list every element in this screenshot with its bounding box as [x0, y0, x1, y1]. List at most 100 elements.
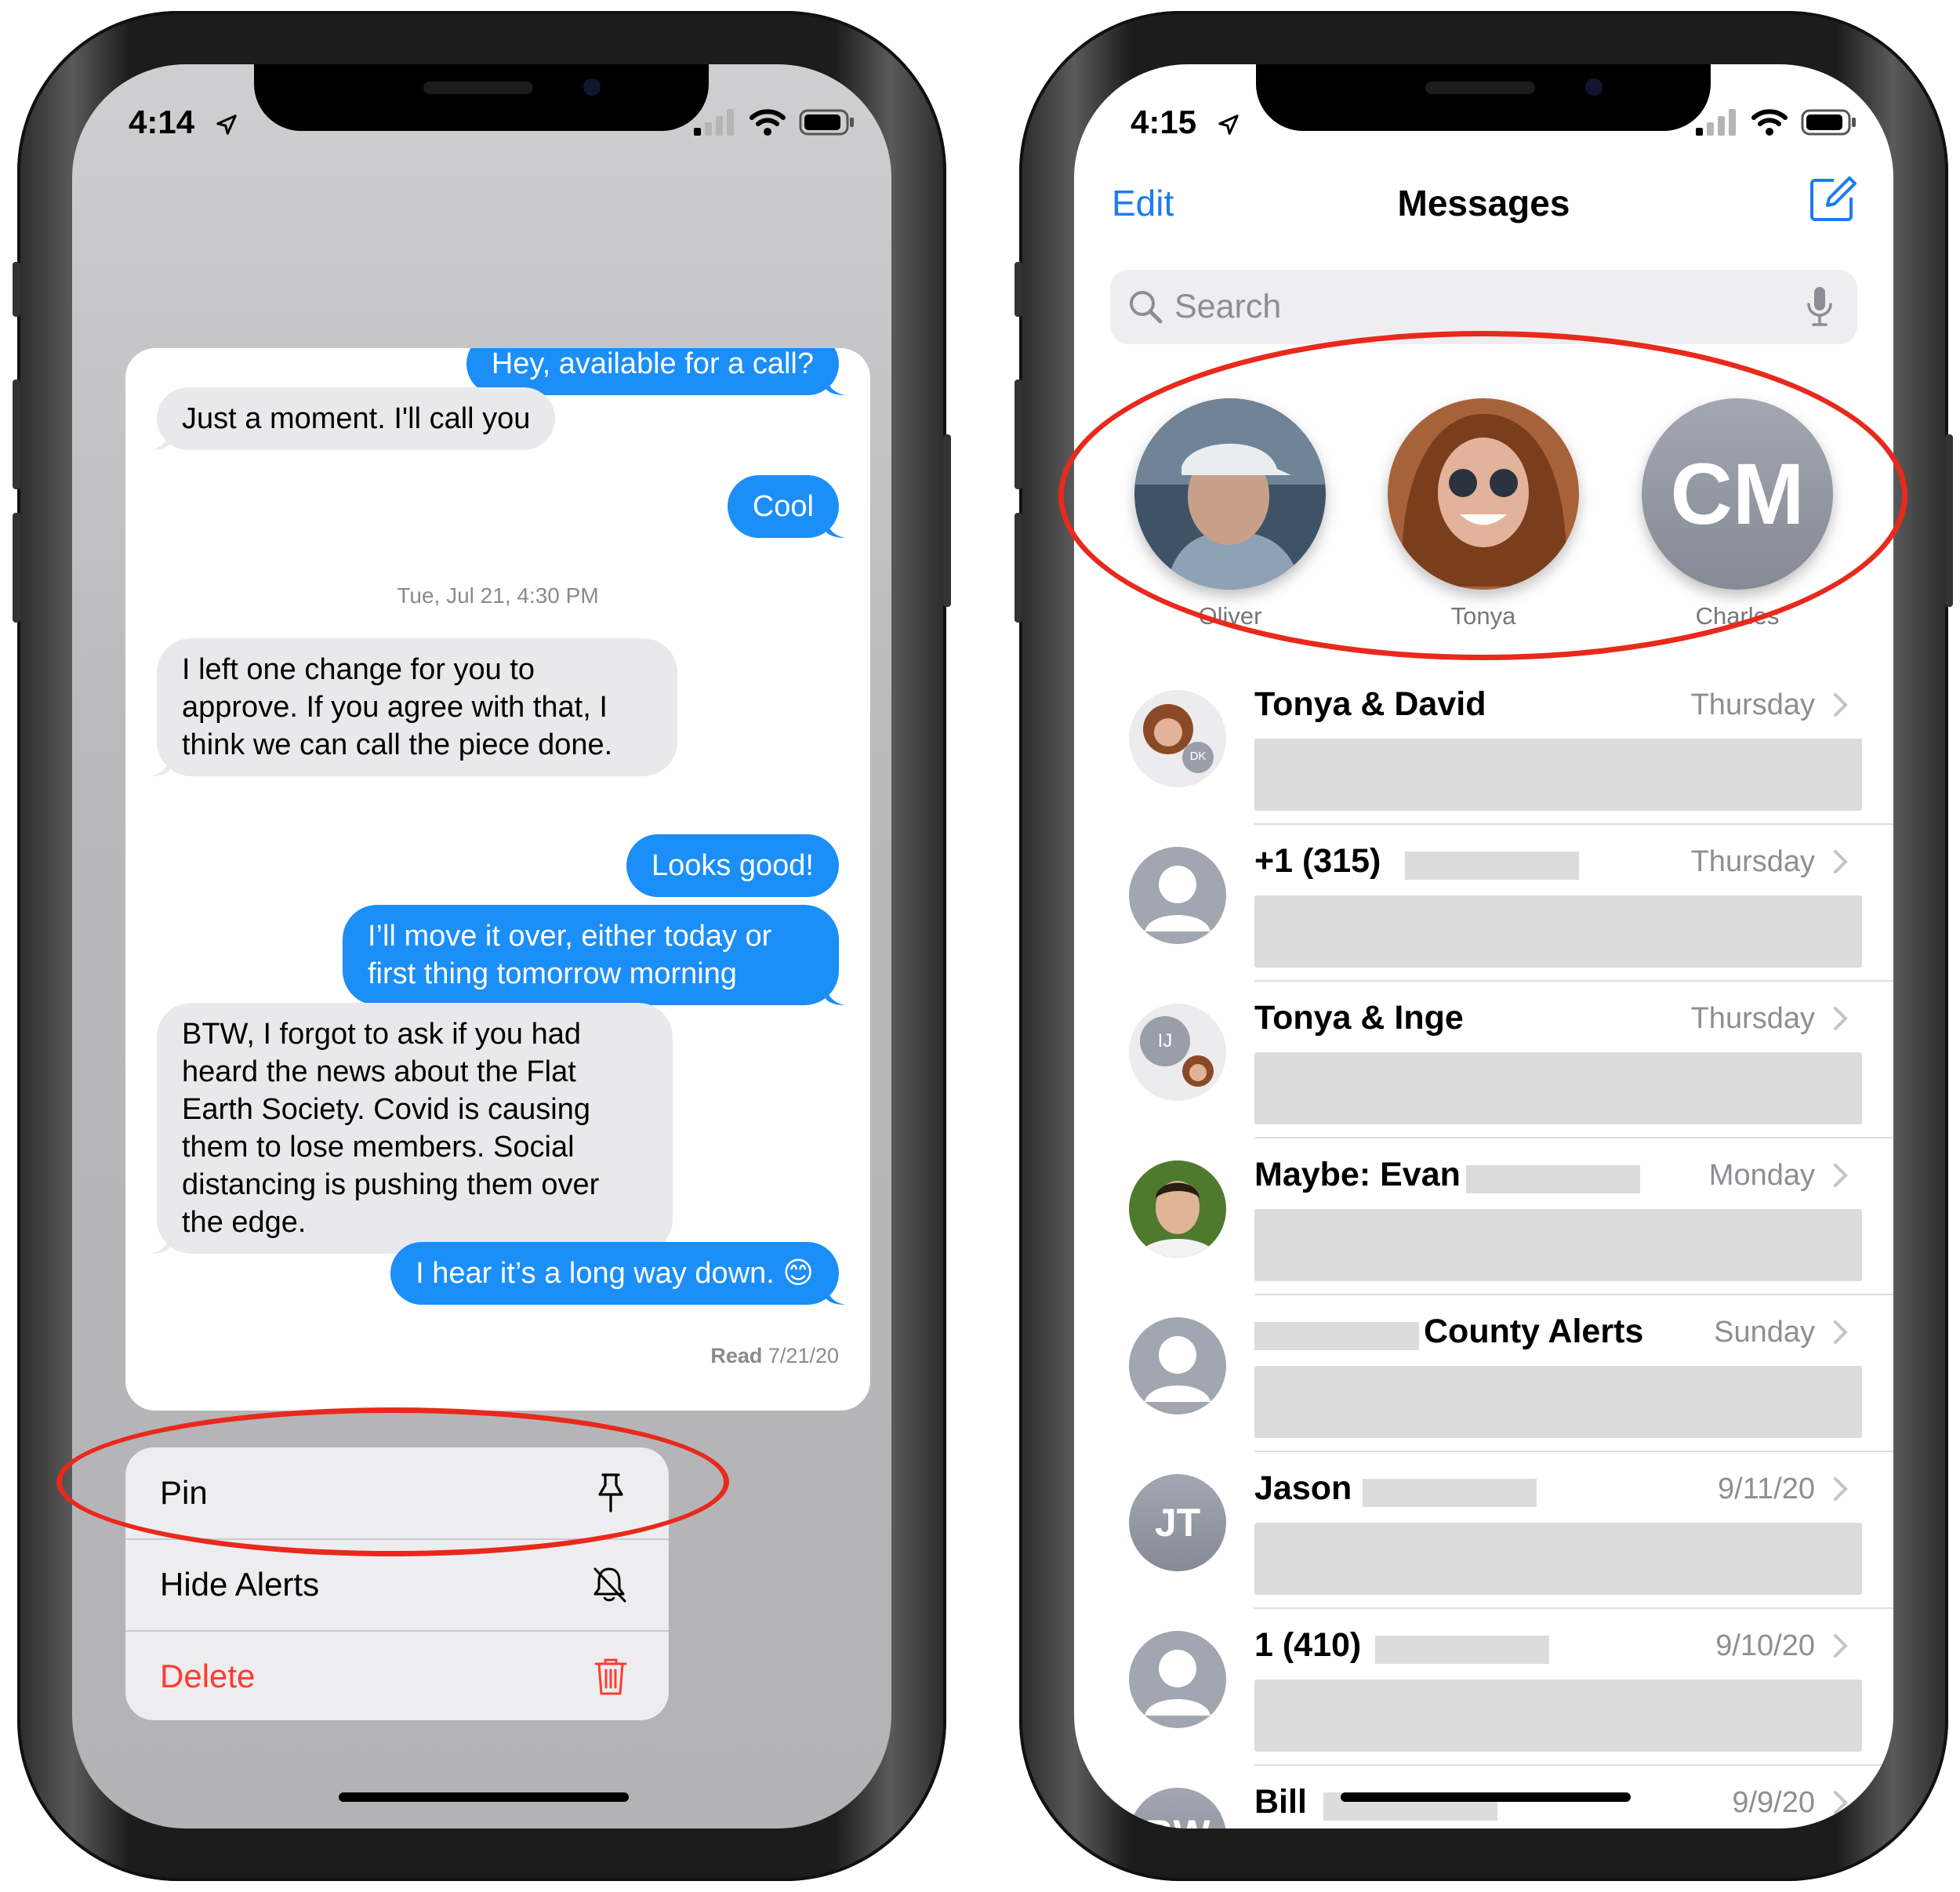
volume-down-button	[13, 513, 20, 623]
conversation-row[interactable]: County Alerts Sunday	[1074, 1295, 1893, 1452]
status-time: 4:14	[129, 103, 195, 140]
avatar-initials-badge: DK	[1189, 750, 1207, 763]
pinned-contact-oliver[interactable]: Oliver	[1134, 398, 1326, 630]
redacted-preview	[1254, 1209, 1862, 1281]
chevron-right-icon	[1834, 1164, 1848, 1187]
page-title: Messages	[1397, 183, 1570, 223]
location-arrow-icon	[216, 114, 237, 135]
chevron-right-icon	[1834, 1007, 1848, 1030]
redacted-name	[1363, 1479, 1537, 1507]
redacted-name	[1254, 1322, 1419, 1350]
conversation-preview-card: Hey, available for a call? Just a moment…	[125, 348, 870, 1411]
trash-icon	[594, 1658, 627, 1695]
group-avatar-image	[1140, 1016, 1214, 1087]
avatar-initials: BW	[1129, 1788, 1226, 1828]
message-bubble-received: Just a moment. I'll call you	[151, 387, 556, 450]
avatar	[1388, 398, 1579, 590]
silent-switch	[1014, 262, 1022, 317]
status-icons	[694, 108, 855, 136]
bubble-tail	[825, 373, 845, 395]
redacted-preview	[1254, 739, 1862, 811]
status-icons	[1696, 108, 1857, 136]
person-icon	[1145, 1650, 1210, 1716]
microphone-icon[interactable]	[1806, 285, 1834, 328]
group-avatar: DK	[1129, 690, 1226, 787]
redacted-preview	[1254, 1366, 1862, 1438]
bell-slash-icon	[593, 1567, 626, 1603]
conversation-row[interactable]: IJ Tonya & Inge Thursday	[1074, 982, 1893, 1138]
notch	[1256, 64, 1711, 131]
location-arrow-icon	[1218, 114, 1239, 135]
pinned-contact-tonya[interactable]: Tonya	[1388, 398, 1579, 630]
chevron-right-icon	[1834, 1477, 1848, 1501]
right-screen: 4:15 Messages Edit Search Oliver Tonya C…	[1074, 64, 1893, 1828]
redacted-preview	[1254, 1523, 1862, 1595]
pin-icon	[598, 1473, 623, 1513]
chevron-right-icon	[1834, 850, 1848, 873]
bubble-tail	[151, 754, 171, 776]
cellular-signal-icon	[1696, 109, 1736, 136]
avatar-initials-badge: IJ	[1157, 1030, 1173, 1051]
volume-up-button	[13, 379, 20, 489]
battery-icon	[799, 109, 854, 136]
bubble-tail	[151, 1232, 171, 1254]
right-phone-frame: 4:15 Messages Edit Search Oliver Tonya C…	[1014, 11, 1953, 1881]
person-icon	[1145, 1336, 1210, 1402]
conversation-row[interactable]: Maybe: Evan Monday	[1074, 1138, 1893, 1295]
battery-icon	[1801, 109, 1856, 136]
chevron-right-icon	[1834, 693, 1848, 717]
search-placeholder: Search	[1174, 288, 1282, 325]
conversation-row[interactable]: +1 (315) Thursday	[1074, 825, 1893, 982]
edit-button[interactable]: Edit	[1112, 182, 1174, 224]
conversation-row[interactable]: DK Tonya & David Thursday	[1074, 668, 1893, 825]
context-menu: Pin Hide Alerts Delete	[125, 1447, 669, 1720]
avatar	[1134, 398, 1326, 590]
conversation-row[interactable]: JT Jason 9/11/20	[1074, 1452, 1893, 1609]
pinned-contact-charles[interactable]: CM Charles	[1642, 398, 1833, 630]
redacted-name	[1466, 1165, 1640, 1193]
redacted-preview	[1254, 895, 1862, 968]
contact-photo-oliver	[1134, 398, 1326, 590]
redacted-name	[1375, 1636, 1549, 1664]
bubble-tail	[825, 1283, 845, 1305]
bubble-tail	[825, 516, 845, 538]
message-bubble-sent: I’ll move it over, either today or first…	[343, 905, 845, 1005]
default-avatar	[1129, 847, 1226, 944]
message-bubble-sent: I hear it’s a long way down. 😊	[390, 1242, 845, 1305]
conversation-row[interactable]: 1 (410) 9/10/20	[1074, 1609, 1893, 1766]
redacted-name	[1405, 852, 1579, 880]
contact-photo-evan	[1129, 1160, 1226, 1258]
menu-item-delete[interactable]: Delete	[125, 1631, 669, 1720]
redacted-preview	[1254, 1680, 1862, 1752]
wifi-icon	[750, 109, 786, 136]
volume-up-button	[1014, 379, 1022, 489]
notch	[254, 64, 709, 131]
left-screen: 4:14 Hey, available for a call? Just a m…	[72, 64, 891, 1828]
compose-icon[interactable]	[1807, 174, 1857, 224]
home-indicator[interactable]	[1341, 1792, 1631, 1802]
avatar-initials: JT	[1129, 1474, 1226, 1571]
side-button	[943, 434, 951, 607]
left-phone-frame: 4:14 Hey, available for a call? Just a m…	[13, 11, 951, 1881]
silent-switch	[13, 262, 20, 317]
status-time: 4:15	[1131, 103, 1197, 140]
chevron-right-icon	[1834, 1791, 1848, 1814]
cellular-signal-icon	[694, 109, 734, 136]
volume-down-button	[1014, 513, 1022, 623]
message-bubble-received: I left one change for you to approve. If…	[151, 638, 677, 776]
redacted-preview	[1254, 1052, 1862, 1124]
search-icon	[1130, 291, 1163, 324]
search-input[interactable]: Search	[1110, 270, 1857, 344]
person-icon	[1145, 866, 1210, 931]
message-bubble-sent: Looks good!	[626, 834, 839, 897]
menu-item-pin[interactable]: Pin	[125, 1447, 669, 1538]
message-bubble-sent: Cool	[727, 475, 845, 538]
bubble-tail	[825, 983, 845, 1005]
menu-item-hide-alerts[interactable]: Hide Alerts	[125, 1539, 669, 1630]
message-bubble-received: BTW, I forgot to ask if you had heard th…	[151, 1003, 673, 1254]
home-indicator[interactable]	[339, 1792, 629, 1802]
default-avatar	[1129, 1631, 1226, 1728]
message-timestamp: Tue, Jul 21, 4:30 PM	[397, 583, 599, 608]
wifi-icon	[1751, 109, 1788, 136]
default-avatar	[1129, 1317, 1226, 1414]
